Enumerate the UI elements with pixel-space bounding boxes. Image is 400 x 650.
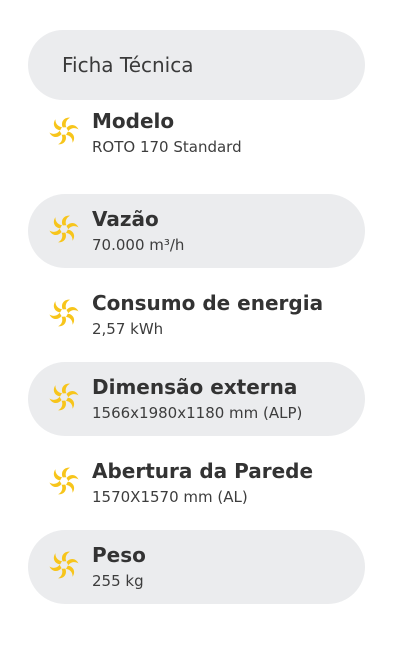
spec-sheet: Ficha Técnica Modelo ROTO 170 Standard V…	[0, 0, 400, 650]
spec-value: 255 kg	[92, 572, 144, 590]
spec-item-modelo: Modelo ROTO 170 Standard	[28, 96, 365, 170]
spec-title: Peso	[92, 543, 146, 567]
spec-item-vazao: Vazão 70.000 m³/h	[28, 194, 365, 268]
spec-title: Consumo de energia	[92, 291, 324, 315]
spec-value: 70.000 m³/h	[92, 236, 185, 254]
spec-title: Abertura da Parede	[92, 459, 314, 483]
spec-value: 1570X1570 mm (AL)	[92, 488, 248, 506]
fan-icon	[49, 299, 79, 327]
spec-item-consumo-de-energia: Consumo de energia 2,57 kWh	[28, 278, 365, 352]
spec-sheet-header: Ficha Técnica	[28, 30, 365, 100]
spec-value: ROTO 170 Standard	[92, 138, 242, 156]
spec-title: Modelo	[92, 109, 175, 133]
fan-icon	[49, 215, 79, 243]
fan-icon	[49, 117, 79, 145]
header-title: Ficha Técnica	[62, 53, 194, 77]
fan-icon	[49, 383, 79, 411]
fan-icon	[49, 467, 79, 495]
spec-title: Vazão	[92, 207, 159, 231]
fan-icon	[49, 551, 79, 579]
spec-value: 2,57 kWh	[92, 320, 164, 338]
spec-title: Dimensão externa	[92, 375, 298, 399]
spec-value: 1566x1980x1180 mm (ALP)	[92, 404, 303, 422]
spec-item-peso: Peso 255 kg	[28, 530, 365, 604]
spec-item-abertura-da-parede: Abertura da Parede 1570X1570 mm (AL)	[28, 446, 365, 520]
spec-item-dimensao-externa: Dimensão externa 1566x1980x1180 mm (ALP)	[28, 362, 365, 436]
